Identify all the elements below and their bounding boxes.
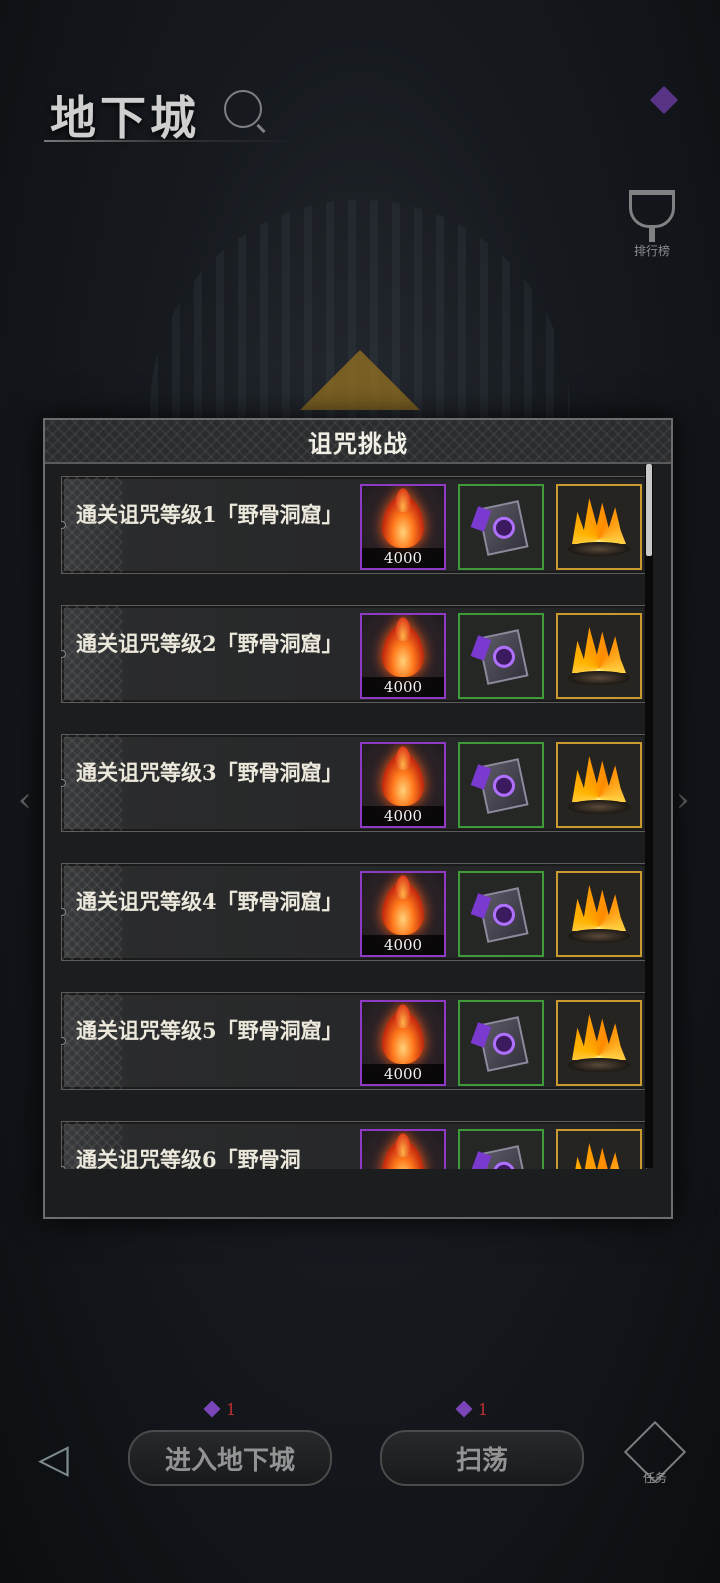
enter-cost-value: 1	[226, 1400, 237, 1419]
flame-icon	[382, 744, 424, 806]
row-bullet	[61, 908, 66, 916]
challenge-row: 通关诅咒等级1「野骨洞窟」 4000	[61, 476, 647, 574]
scroll-thumb[interactable]	[646, 464, 652, 556]
trophy-icon	[629, 190, 675, 228]
crystal-base	[568, 929, 630, 943]
gold-crystal-icon	[572, 756, 626, 802]
flame-icon	[382, 1002, 424, 1064]
reward-slot-crystal[interactable]	[556, 871, 642, 957]
task-button[interactable]: 任务	[623, 1420, 687, 1486]
search-icon[interactable]	[224, 90, 262, 128]
reward-count: 4000	[362, 935, 444, 955]
challenge-row: 通关诅咒等级4「野骨洞窟」 4000	[61, 863, 647, 961]
sweep-cost: 1	[455, 1400, 489, 1419]
reward-slot-crystal[interactable]	[556, 613, 642, 699]
gold-crystal-icon	[572, 1014, 626, 1060]
challenge-row: 通关诅咒等级5「野骨洞窟」 4000	[61, 992, 647, 1090]
gem-icon	[455, 1400, 473, 1418]
challenge-label: 通关诅咒等级3「野骨洞窟」	[76, 760, 343, 785]
back-icon[interactable]: ◁	[38, 1436, 69, 1482]
gem-icon	[203, 1400, 221, 1418]
reward-slot-flame[interactable]: 4000	[360, 871, 446, 957]
gold-crystal-icon	[572, 627, 626, 673]
reward-slot-cardbox[interactable]	[458, 1129, 544, 1169]
challenge-row: 通关诅咒等级3「野骨洞窟」 4000	[61, 734, 647, 832]
gem-icon	[649, 85, 679, 115]
reward-slot-flame[interactable]	[360, 1129, 446, 1169]
scrollbar[interactable]	[645, 464, 653, 1168]
reward-slot-crystal[interactable]	[556, 1000, 642, 1086]
next-arrow-icon[interactable]: ›	[676, 780, 690, 820]
reward-slot-crystal[interactable]	[556, 742, 642, 828]
reward-slot-cardbox[interactable]	[458, 613, 544, 699]
modal-title: 诅咒挑战	[308, 428, 408, 458]
crystal-base	[568, 800, 630, 814]
task-label: 任务	[642, 1471, 667, 1485]
row-bullet	[61, 650, 66, 658]
row-bullet	[61, 521, 66, 529]
reward-slot-cardbox[interactable]	[458, 484, 544, 570]
curse-challenge-modal: 诅咒挑战 通关诅咒等级1「野骨洞窟」 4000 通关诅咒等级2「野骨洞窟」 40…	[43, 418, 673, 1219]
modal-header: 诅咒挑战	[45, 420, 671, 464]
reward-slot-crystal[interactable]	[556, 484, 642, 570]
gold-crystal-icon	[572, 1143, 626, 1169]
challenge-row: 通关诅咒等级6「野骨洞	[61, 1121, 647, 1169]
leaderboard-label: 排行榜	[633, 244, 670, 258]
row-bullet	[61, 1166, 66, 1169]
flame-icon	[382, 873, 424, 935]
reward-slot-flame[interactable]: 4000	[360, 742, 446, 828]
challenge-label: 通关诅咒等级2「野骨洞窟」	[76, 631, 343, 656]
reward-slot-cardbox[interactable]	[458, 871, 544, 957]
reward-slot-cardbox[interactable]	[458, 1000, 544, 1086]
reward-slot-crystal[interactable]	[556, 1129, 642, 1169]
flame-icon	[382, 486, 424, 548]
prev-arrow-icon[interactable]: ‹	[18, 780, 32, 820]
flame-icon	[382, 615, 424, 677]
enter-cost: 1	[203, 1400, 237, 1419]
reward-count: 4000	[362, 548, 444, 568]
sweep-cost-value: 1	[478, 1400, 489, 1419]
challenge-label: 通关诅咒等级6「野骨洞	[76, 1147, 301, 1169]
leaderboard-button[interactable]: 排行榜	[626, 190, 678, 262]
row-bullet	[61, 1037, 66, 1045]
reward-count: 4000	[362, 806, 444, 826]
sweep-button[interactable]: 扫荡	[380, 1430, 584, 1486]
reward-slot-flame[interactable]: 4000	[360, 484, 446, 570]
background-roof	[300, 350, 420, 410]
challenge-label: 通关诅咒等级5「野骨洞窟」	[76, 1018, 343, 1043]
reward-slot-cardbox[interactable]	[458, 742, 544, 828]
crystal-base	[568, 1058, 630, 1072]
gold-crystal-icon	[572, 498, 626, 544]
gold-crystal-icon	[572, 885, 626, 931]
flame-icon	[382, 1131, 424, 1169]
enter-dungeon-button[interactable]: 进入地下城	[128, 1430, 332, 1486]
trophy-stem	[649, 228, 655, 242]
challenge-row: 通关诅咒等级2「野骨洞窟」 4000	[61, 605, 647, 703]
crystal-base	[568, 671, 630, 685]
reward-count: 4000	[362, 1064, 444, 1084]
reward-slot-flame[interactable]: 4000	[360, 613, 446, 699]
title-underline	[44, 140, 300, 142]
challenge-list[interactable]: 通关诅咒等级1「野骨洞窟」 4000 通关诅咒等级2「野骨洞窟」 4000 通关…	[61, 476, 653, 1169]
challenge-label: 通关诅咒等级1「野骨洞窟」	[76, 502, 343, 527]
reward-count: 4000	[362, 677, 444, 697]
crystal-base	[568, 542, 630, 556]
row-bullet	[61, 779, 66, 787]
reward-slot-flame[interactable]: 4000	[360, 1000, 446, 1086]
challenge-label: 通关诅咒等级4「野骨洞窟」	[76, 889, 343, 914]
page-title: 地下城	[50, 91, 200, 145]
